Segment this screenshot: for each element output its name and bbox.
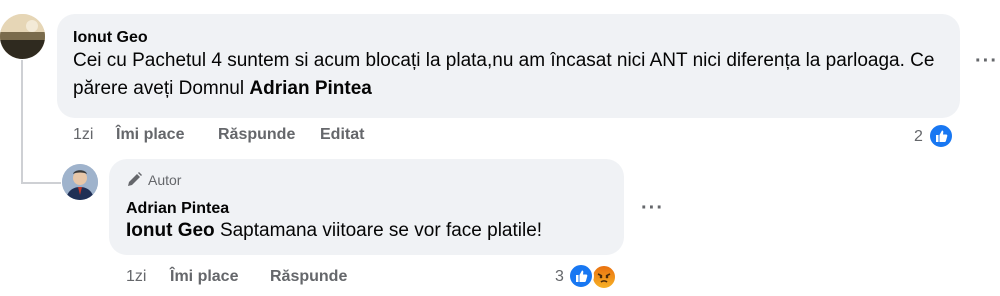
reply-text: Ionut Geo Saptamana viitoare se vor face… (126, 217, 621, 245)
comment-reaction-count[interactable]: 2 (914, 128, 923, 146)
author-badge: Autor (126, 172, 181, 188)
reply-reply-button[interactable]: Răspunde (270, 268, 347, 286)
reply-bubble: Autor Adrian Pintea Ionut Geo Saptamana … (109, 159, 624, 255)
reply-time[interactable]: 1zi (126, 268, 146, 286)
reply-text-main: Saptamana viitoare se vor face platile! (219, 220, 543, 241)
reply-author[interactable]: Adrian Pintea (126, 200, 229, 218)
thread-line (21, 60, 23, 184)
reply-more-options-icon[interactable]: ··· (641, 197, 664, 220)
angry-icon[interactable] (591, 264, 617, 290)
comment-edited-label: Editat (320, 126, 365, 143)
comment-reply-button[interactable]: Răspunde (218, 126, 295, 144)
comment-bubble: Ionut Geo Cei cu Pachetul 4 suntem si ac… (57, 14, 960, 118)
reply-mention[interactable]: Ionut Geo (126, 220, 215, 241)
comment-text: Cei cu Pachetul 4 suntem si acum blocați… (73, 47, 953, 103)
author-badge-label: Autor (148, 172, 182, 188)
comment-mention[interactable]: Adrian Pintea (249, 78, 371, 99)
comment-more-options-icon[interactable]: ··· (975, 50, 998, 73)
reply-like-icon[interactable] (568, 263, 594, 289)
comment-like-button[interactable]: Îmi place (116, 126, 184, 144)
pencil-icon (126, 172, 144, 188)
commenter-avatar[interactable] (0, 14, 45, 59)
comment-actions: 1zi Îmi place Răspunde Editat (0, 126, 1000, 146)
like-icon[interactable] (928, 123, 954, 149)
comment-author[interactable]: Ionut Geo (73, 29, 148, 47)
reply-like-button[interactable]: Îmi place (170, 268, 238, 286)
comment-text-main: Cei cu Pachetul 4 suntem si acum blocați… (73, 50, 935, 99)
reply-reaction-count[interactable]: 3 (555, 268, 564, 286)
thread-branch-line (21, 182, 61, 184)
reply-author-avatar[interactable] (62, 164, 98, 200)
comment-time[interactable]: 1zi (73, 126, 93, 144)
reply-actions: 1zi Îmi place Răspunde (0, 268, 1000, 288)
